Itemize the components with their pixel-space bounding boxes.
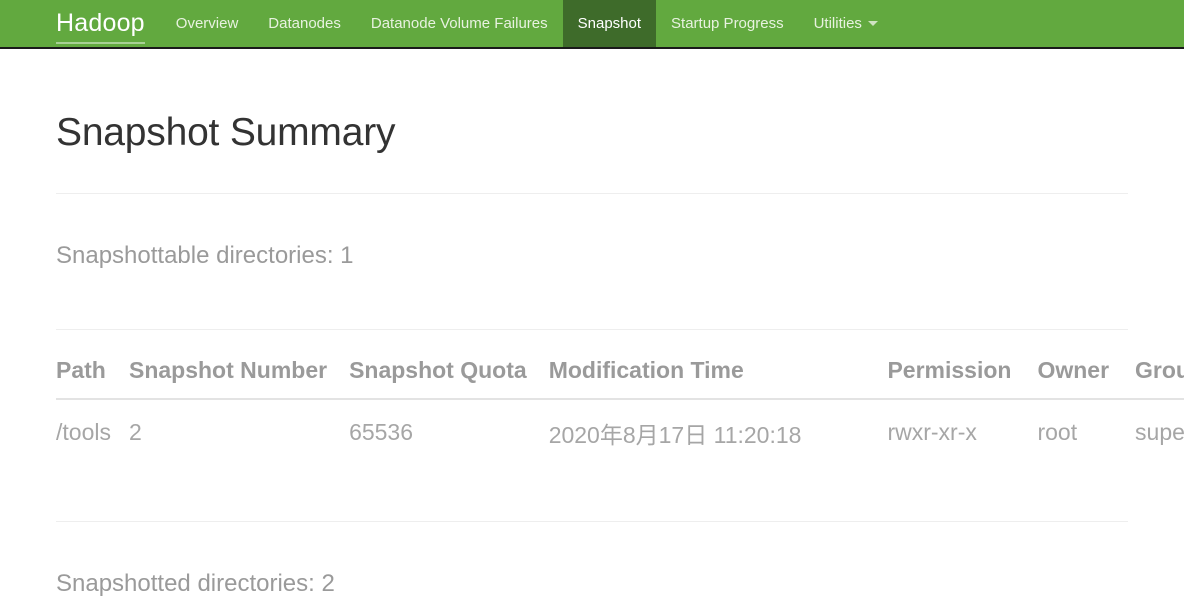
nav-item-overview[interactable]: Overview [161,0,254,47]
snapshotted-directories-count: Snapshotted directories: 2 [56,569,335,597]
column-header-group[interactable]: Group [1135,356,1184,400]
brand-hadoop[interactable]: Hadoop [56,0,161,47]
nav-item-datanodes[interactable]: Datanodes [253,0,356,47]
table-body: /tools 2 65536 2020年8月17日 11:20:18 rwxr-… [56,399,1184,466]
column-header-path[interactable]: Path [56,356,129,400]
navbar-items: Hadoop Overview Datanodes Datanode Volum… [0,0,893,47]
nav-item-utilities[interactable]: Utilities [799,0,893,47]
nav-item-label: Datanodes [268,15,341,32]
nav-item-label: Snapshot [577,15,642,32]
column-header-snapshot-quota[interactable]: Snapshot Quota [349,356,549,400]
snapshottable-table: Path Snapshot Number Snapshot Quota Modi… [56,356,1184,466]
nav-item-label: Datanode Volume Failures [370,15,548,32]
column-header-owner[interactable]: Owner [1037,356,1136,400]
nav-item-label: Utilities [813,15,862,32]
top-navbar: Hadoop Overview Datanodes Datanode Volum… [0,0,1184,49]
divider-above-table [56,328,1128,330]
cell-owner: root [1037,419,1078,446]
cell-permission: rwxr-xr-x [887,419,977,446]
cell-snapshot-quota: 65536 [349,419,414,446]
table-header: Path Snapshot Number Snapshot Quota Modi… [56,356,1184,400]
snapshottable-directories-count: Snapshottable directories: 1 [56,241,354,269]
column-header-permission[interactable]: Permission [887,356,1038,400]
cell-group: supergroup [1135,419,1184,446]
cell-snapshot-number: 2 [128,419,142,446]
page-container: Snapshot Summary Snapshottable directori… [0,49,1184,602]
snapshottable-table-wrapper: Path Snapshot Number Snapshot Quota Modi… [56,356,1184,466]
cell-modification-time: 2020年8月17日 11:20:18 [548,421,802,448]
nav-item-startup-progress[interactable]: Startup Progress [656,0,799,47]
cell-path: /tools [56,419,111,446]
chevron-down-icon [867,21,878,26]
table-header-row: Path Snapshot Number Snapshot Quota Modi… [56,356,1184,400]
nav-item-snapshot[interactable]: Snapshot [562,0,657,47]
column-header-modification-time[interactable]: Modification Time [548,356,888,400]
nav-item-label: Startup Progress [671,15,784,32]
column-header-snapshot-number[interactable]: Snapshot Number [128,356,350,400]
nav-item-label: Overview [175,15,239,32]
page-title: Snapshot Summary [56,111,396,154]
table-row: /tools 2 65536 2020年8月17日 11:20:18 rwxr-… [56,399,1184,466]
nav-item-datanode-volume-failures[interactable]: Datanode Volume Failures [356,0,563,47]
